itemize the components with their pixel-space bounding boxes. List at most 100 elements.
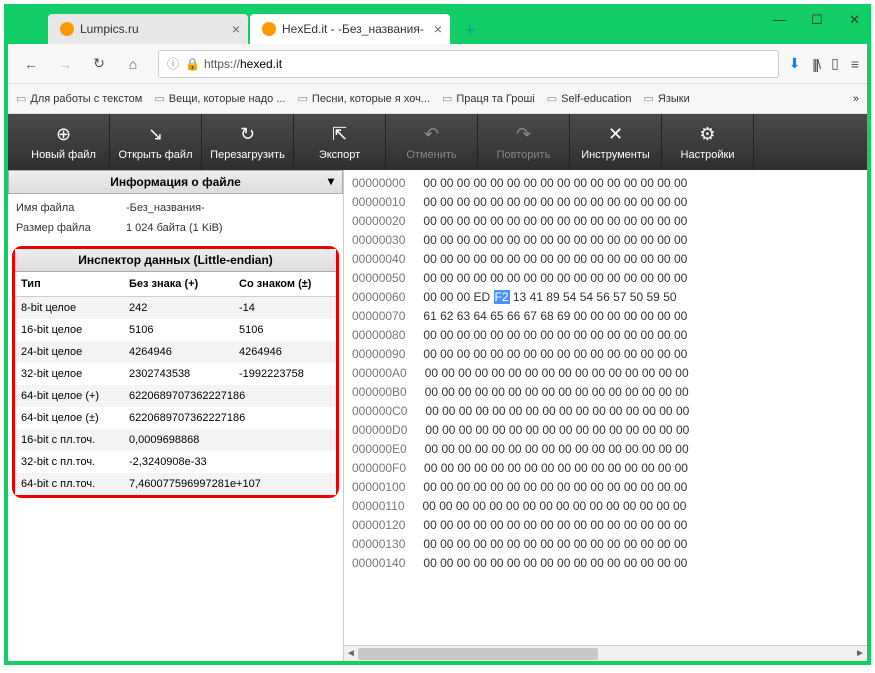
hex-byte[interactable]: 00 [674, 347, 687, 361]
hex-byte[interactable]: 54 [580, 290, 593, 304]
hex-byte[interactable]: 00 [542, 385, 555, 399]
hex-byte[interactable]: 00 [490, 518, 503, 532]
url-input[interactable]: ⓘ 🔒 https://hexed.it [158, 50, 779, 78]
hex-byte[interactable]: ED [474, 290, 491, 304]
hex-byte[interactable]: 00 [525, 366, 538, 380]
hex-byte[interactable]: 00 [574, 195, 587, 209]
hex-byte[interactable]: 00 [458, 385, 471, 399]
hex-byte[interactable]: 00 [507, 537, 520, 551]
hex-byte[interactable]: 00 [492, 385, 505, 399]
hex-byte[interactable]: 00 [558, 442, 571, 456]
hex-byte[interactable]: 00 [474, 537, 487, 551]
hex-byte[interactable]: 00 [590, 195, 603, 209]
reload-button[interactable]: ↻ [84, 49, 114, 79]
hex-byte[interactable]: 00 [425, 423, 438, 437]
hex-byte[interactable]: 00 [607, 328, 620, 342]
hex-byte[interactable]: 00 [507, 556, 520, 570]
hex-byte[interactable]: 00 [675, 442, 688, 456]
hex-byte[interactable]: 00 [659, 442, 672, 456]
hex-byte[interactable]: 00 [474, 233, 487, 247]
hex-byte[interactable]: 00 [540, 328, 553, 342]
hex-byte[interactable]: 00 [676, 423, 689, 437]
hex-byte[interactable]: 00 [657, 195, 670, 209]
hex-byte[interactable]: 00 [540, 252, 553, 266]
hex-byte[interactable]: 00 [657, 537, 670, 551]
hex-byte[interactable]: 00 [474, 271, 487, 285]
hex-byte[interactable]: 00 [490, 537, 503, 551]
hex-byte[interactable]: 00 [607, 347, 620, 361]
hex-byte[interactable]: 00 [624, 233, 637, 247]
hex-row[interactable]: 0000002000 00 00 00 00 00 00 00 00 00 00… [352, 212, 867, 231]
hex-byte[interactable]: 00 [474, 214, 487, 228]
hex-byte[interactable]: 00 [457, 176, 470, 190]
hex-byte[interactable]: 00 [440, 233, 453, 247]
hex-byte[interactable]: 00 [641, 176, 654, 190]
hex-byte[interactable]: 00 [509, 423, 522, 437]
hex-byte[interactable]: 00 [557, 214, 570, 228]
hex-byte[interactable]: 00 [423, 195, 436, 209]
hex-byte[interactable]: 00 [608, 442, 621, 456]
hex-byte[interactable]: 00 [590, 556, 603, 570]
hex-row[interactable]: 000000E000 00 00 00 00 00 00 00 00 00 00… [352, 440, 867, 459]
close-icon[interactable]: × [434, 21, 442, 37]
hex-byte[interactable]: 00 [474, 195, 487, 209]
hex-byte[interactable]: 00 [592, 385, 605, 399]
hex-byte[interactable]: 00 [574, 176, 587, 190]
hex-byte[interactable]: 00 [492, 404, 505, 418]
hex-byte[interactable]: 00 [676, 404, 689, 418]
hex-byte[interactable]: 00 [590, 214, 603, 228]
hex-byte[interactable]: 00 [507, 214, 520, 228]
hex-byte[interactable]: 00 [508, 461, 521, 475]
hex-byte[interactable]: 00 [657, 328, 670, 342]
hex-byte[interactable]: 00 [590, 480, 603, 494]
hex-byte[interactable]: 00 [457, 556, 470, 570]
hex-byte[interactable]: 00 [441, 366, 454, 380]
hex-byte[interactable]: 00 [490, 271, 503, 285]
minimize-button[interactable]: ― [773, 12, 787, 26]
close-icon[interactable]: × [232, 21, 240, 37]
hex-byte[interactable]: 00 [457, 518, 470, 532]
hex-byte[interactable]: 00 [624, 328, 637, 342]
hex-byte[interactable]: 00 [457, 252, 470, 266]
hex-byte[interactable]: 00 [641, 309, 654, 323]
hex-byte[interactable]: 00 [457, 461, 470, 475]
hex-byte[interactable]: 00 [590, 271, 603, 285]
hex-byte[interactable]: 00 [659, 404, 672, 418]
hex-byte[interactable]: 00 [441, 461, 454, 475]
hex-byte[interactable]: 00 [659, 366, 672, 380]
hex-row[interactable]: 0000003000 00 00 00 00 00 00 00 00 00 00… [352, 231, 867, 250]
hex-byte[interactable]: 50 [663, 290, 676, 304]
hex-byte[interactable]: 00 [423, 271, 436, 285]
hex-byte[interactable]: 00 [423, 214, 436, 228]
hex-byte[interactable]: 00 [539, 499, 552, 513]
hex-byte[interactable]: 56 [596, 290, 609, 304]
hex-byte[interactable]: 00 [607, 518, 620, 532]
hex-byte[interactable]: 65 [490, 309, 503, 323]
hex-byte[interactable]: 00 [491, 461, 504, 475]
hex-byte[interactable]: 00 [674, 176, 687, 190]
hex-byte[interactable]: 00 [440, 271, 453, 285]
hex-byte[interactable]: 00 [492, 423, 505, 437]
hex-byte[interactable]: 00 [475, 385, 488, 399]
hex-byte[interactable]: 64 [474, 309, 487, 323]
hex-row[interactable]: 0000011000 00 00 00 00 00 00 00 00 00 00… [352, 497, 867, 516]
hex-byte[interactable]: 00 [507, 480, 520, 494]
hex-byte[interactable]: 00 [626, 404, 639, 418]
hex-byte[interactable]: 00 [490, 480, 503, 494]
hex-byte[interactable]: 00 [559, 423, 572, 437]
hex-byte[interactable]: 00 [540, 271, 553, 285]
hex-byte[interactable]: 00 [656, 499, 669, 513]
hex-byte[interactable]: 00 [490, 252, 503, 266]
hex-byte[interactable]: 00 [524, 252, 537, 266]
hex-byte[interactable]: 00 [557, 537, 570, 551]
hex-byte[interactable]: 00 [459, 423, 472, 437]
hex-byte[interactable]: 00 [540, 347, 553, 361]
scroll-right-icon[interactable]: ► [853, 648, 867, 659]
hex-byte[interactable]: 00 [659, 423, 672, 437]
toolbar-Отменить[interactable]: ↶Отменить [386, 114, 478, 170]
hex-byte[interactable]: 00 [591, 461, 604, 475]
hex-byte[interactable]: 00 [557, 328, 570, 342]
hex-byte[interactable]: 00 [540, 537, 553, 551]
hex-byte[interactable]: 00 [590, 499, 603, 513]
hex-byte[interactable]: 00 [625, 366, 638, 380]
